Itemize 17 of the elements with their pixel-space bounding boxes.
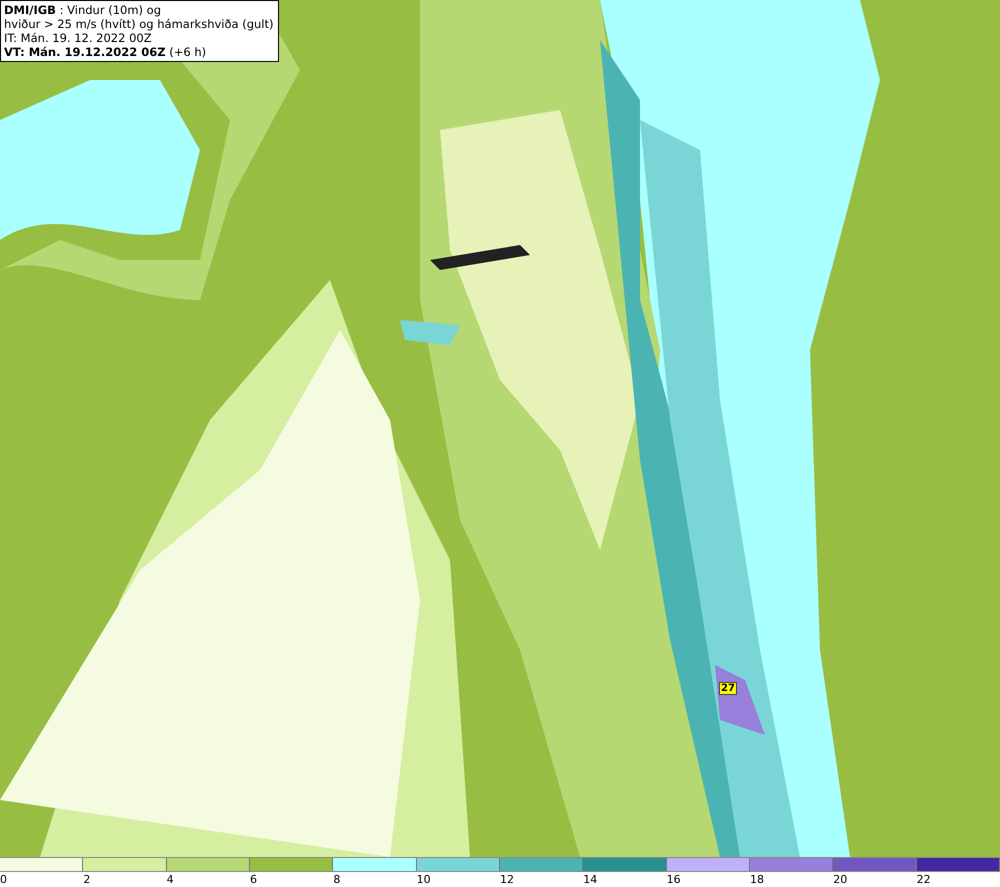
scale-label: 8 [333, 872, 340, 887]
scale-label: 14 [583, 872, 598, 887]
gust-value-label: 27 [719, 682, 737, 695]
scale-label: 18 [750, 872, 764, 887]
scale-label: 16 [666, 872, 681, 887]
scale-label: 4 [166, 872, 174, 887]
scale-label: 10 [416, 872, 431, 887]
scale-label: 22 [916, 872, 931, 887]
scale-label: 0 [0, 872, 7, 887]
scale-label: 2 [83, 872, 90, 887]
scale-label: 12 [500, 872, 514, 887]
header-line: VT: Mán. 19.12.2022 06Z (+6 h) [4, 45, 208, 59]
scale-label: 20 [833, 872, 848, 887]
scale-label: 6 [250, 872, 257, 887]
header-line: hviður > 25 m/s (hvítt) og hámarkshviða (gult) [4, 17, 274, 31]
header-line: IT: Mán. 19. 12. 2022 00Z [4, 31, 153, 45]
header-line: DMI/IGB : Vindur (10m) og [4, 3, 162, 17]
